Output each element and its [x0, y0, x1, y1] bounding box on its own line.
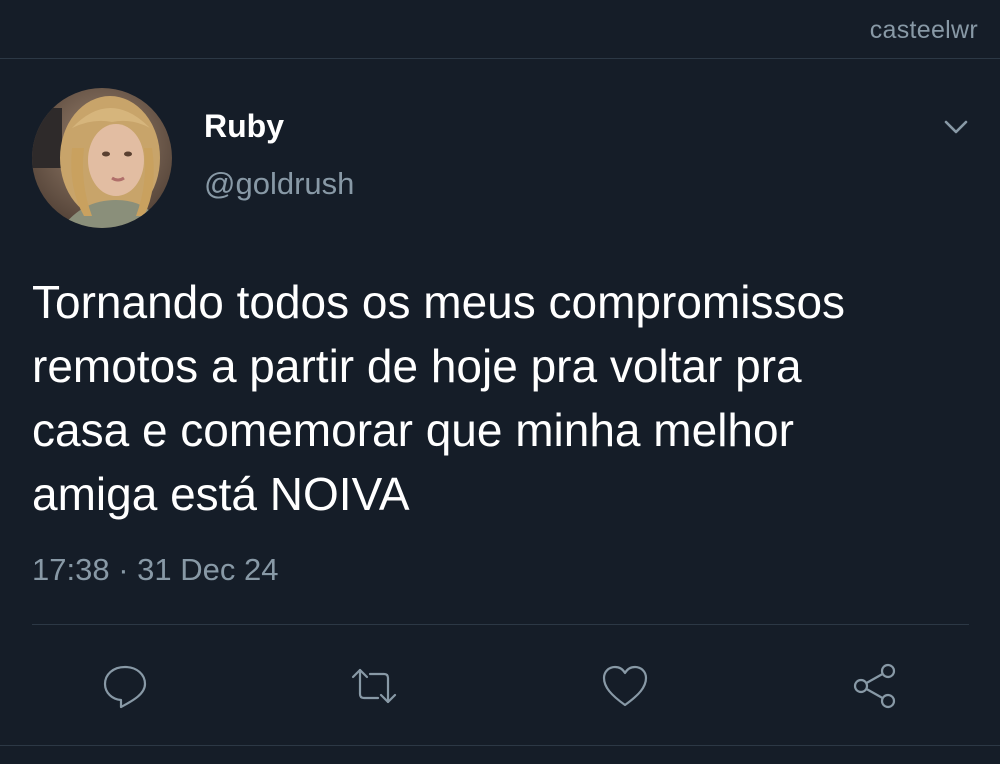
tweet-timestamp[interactable]: 17:38 · 31 Dec 24 [32, 552, 278, 588]
like-button[interactable] [598, 659, 652, 713]
tweet-text-line: amiga está NOIVA [32, 468, 410, 520]
profile-photo-icon [32, 88, 172, 228]
heart-icon [602, 665, 648, 707]
avatar[interactable] [32, 88, 172, 228]
tweet-text-line: remotos a partir de hoje pra voltar pra [32, 340, 802, 392]
divider [32, 624, 969, 625]
tweet-text-line: casa e comemorar que minha melhor [32, 404, 794, 456]
share-button[interactable] [848, 659, 902, 713]
user-handle[interactable]: @goldrush [204, 166, 354, 202]
speech-bubble-icon [103, 665, 147, 709]
display-name[interactable]: Ruby [204, 108, 284, 145]
reply-button[interactable] [98, 659, 152, 713]
watermark: casteelwr [869, 16, 978, 44]
tweet-text-line: Tornando todos os meus compromissos [32, 276, 846, 328]
share-nodes-icon [853, 663, 896, 709]
top-bar: casteelwr [0, 0, 1000, 59]
tweet-text: Tornando todos os meus compromissos remo… [32, 270, 982, 526]
retweet-arrows-icon [351, 668, 397, 704]
chevron-down-icon[interactable] [938, 112, 974, 142]
retweet-button[interactable] [347, 659, 401, 713]
bottom-divider [0, 745, 1000, 746]
